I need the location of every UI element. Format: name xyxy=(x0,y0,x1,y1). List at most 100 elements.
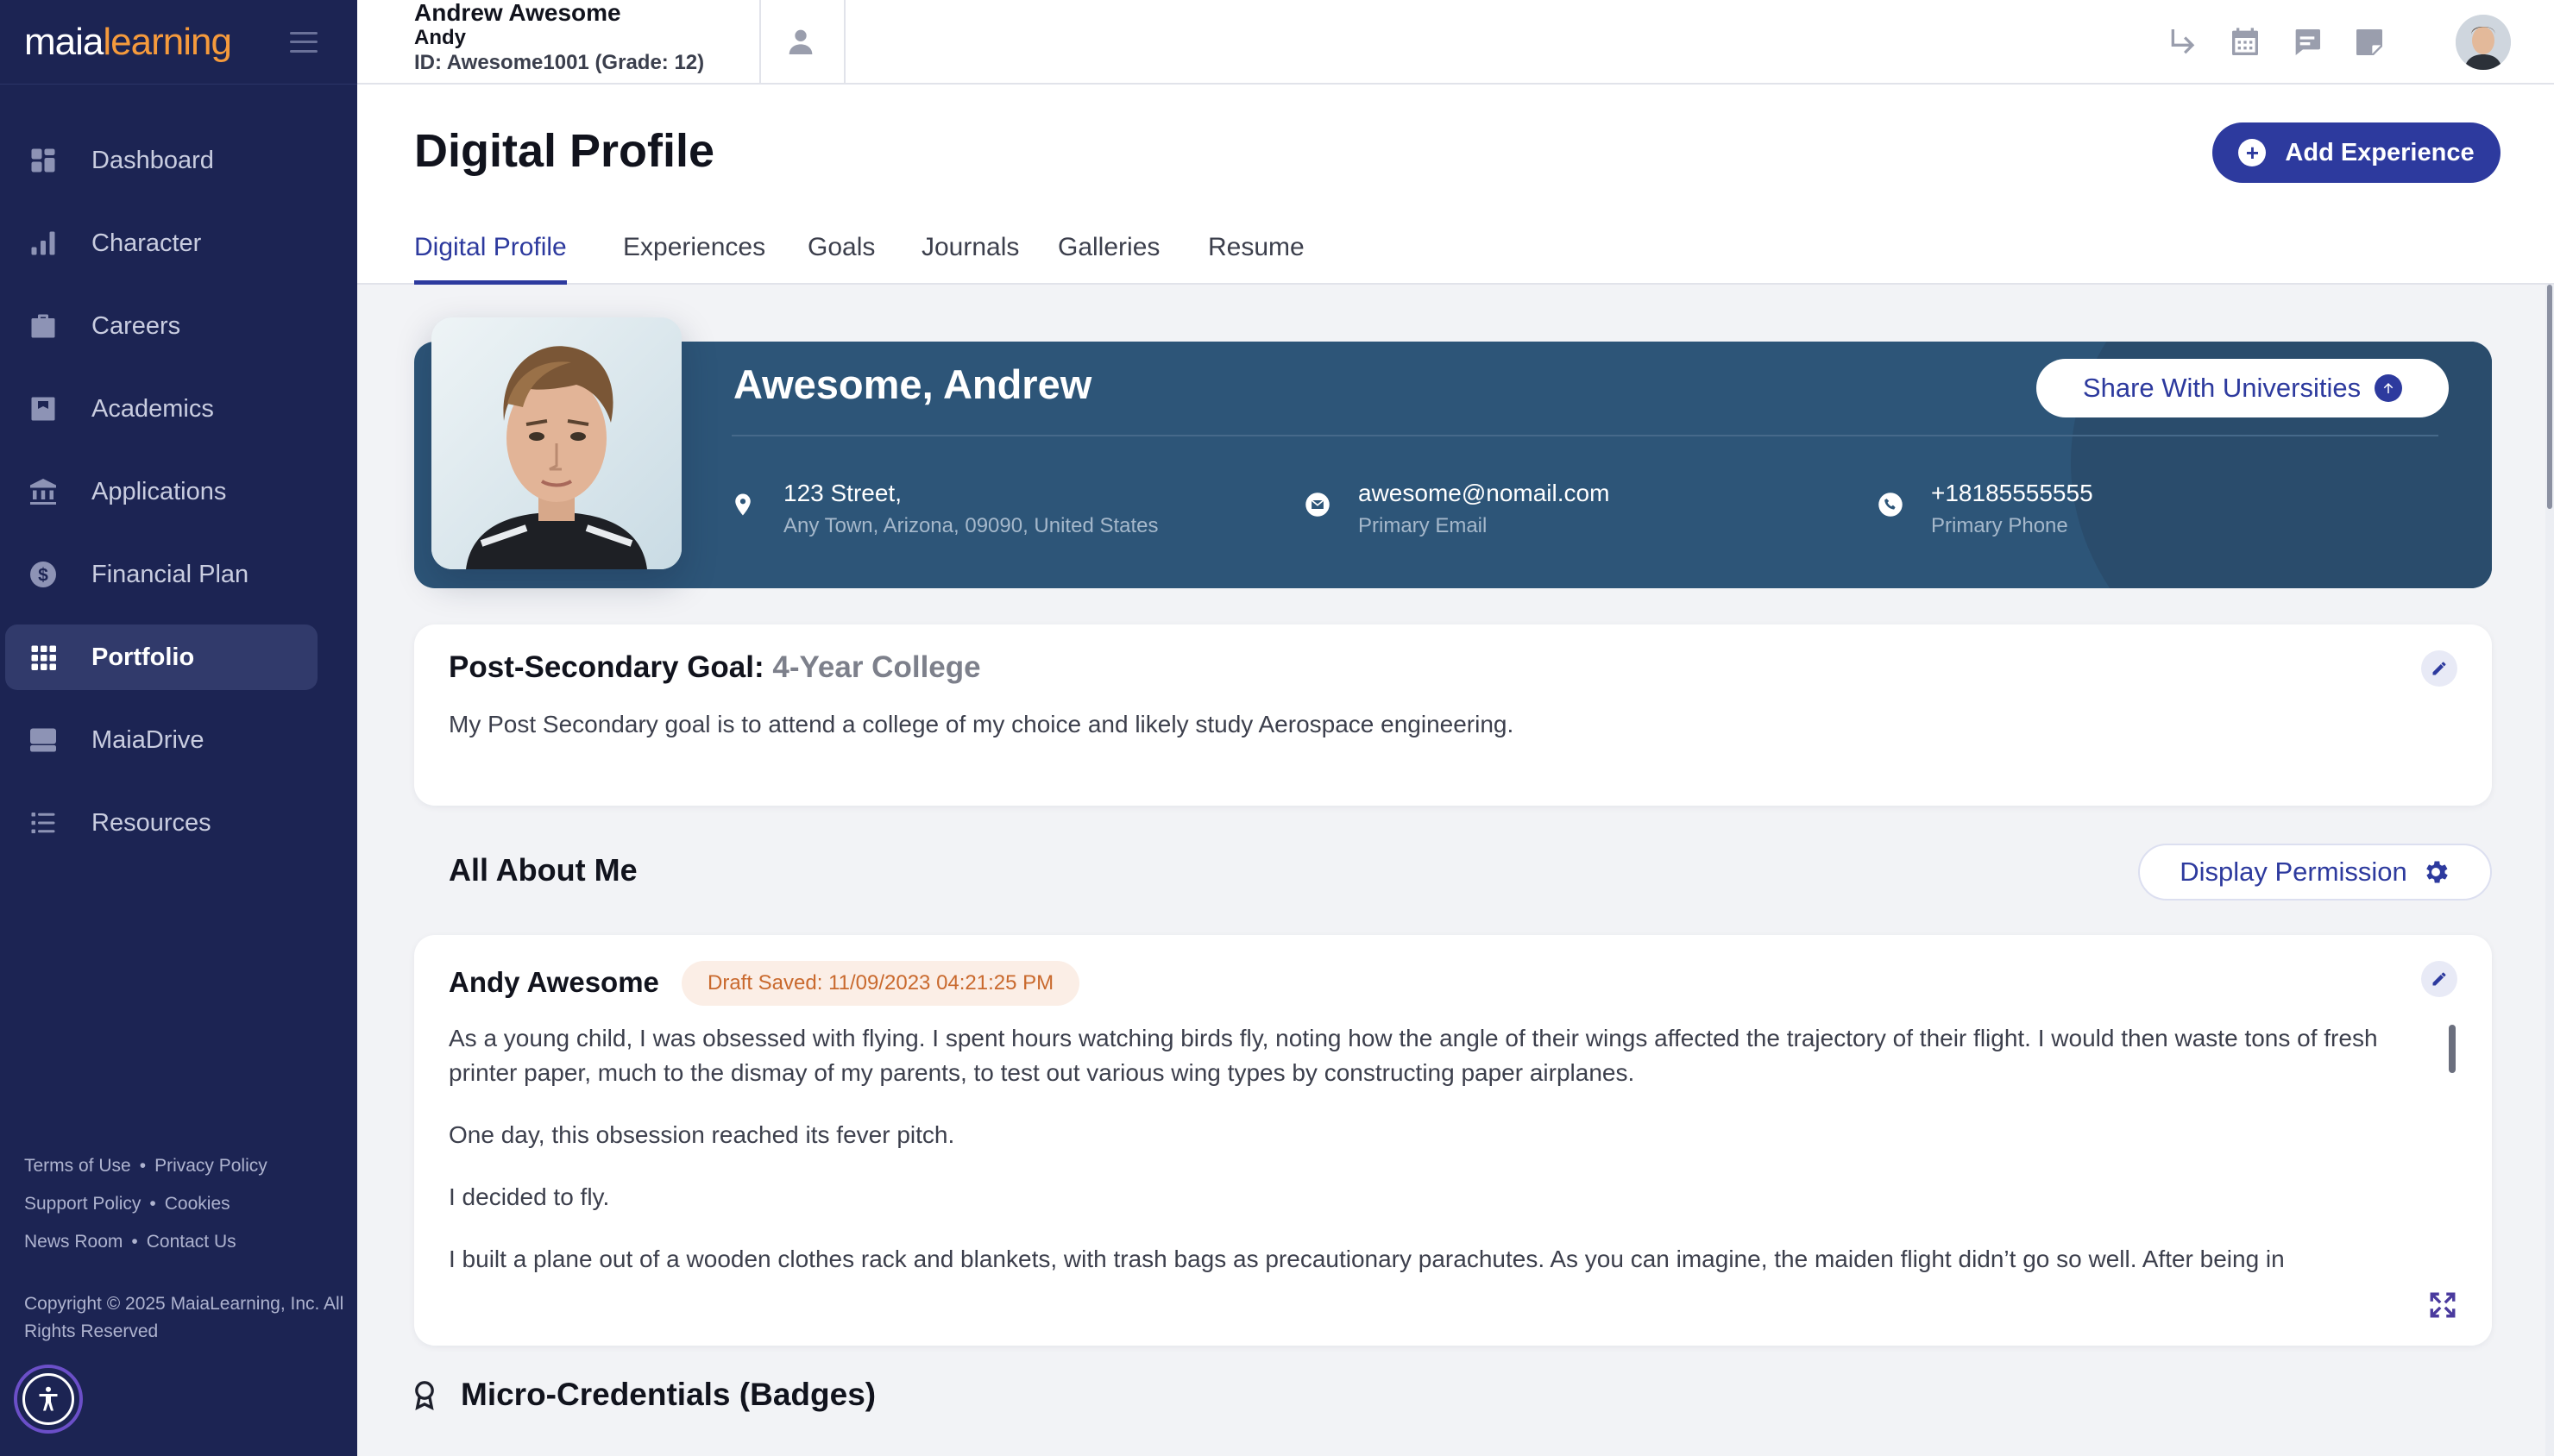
sidebar-item-character[interactable]: Character xyxy=(5,210,318,276)
student-id: ID: Awesome1001 (Grade: 12) xyxy=(414,51,705,74)
add-experience-button[interactable]: + Add Experience xyxy=(2212,122,2501,183)
email-address[interactable]: awesome@nomail.com xyxy=(1358,480,1609,507)
phone-icon xyxy=(1878,492,1903,518)
tab-goals[interactable]: Goals xyxy=(808,217,875,285)
tab-experiences[interactable]: Experiences xyxy=(623,217,765,285)
share-with-universities-button[interactable]: Share With Universities xyxy=(2036,359,2449,417)
support-policy-link[interactable]: Support Policy xyxy=(24,1194,141,1214)
profile-banner: Awesome, Andrew Share With Universities … xyxy=(414,342,2492,588)
chat-icon[interactable] xyxy=(2290,25,2324,60)
page-title: Digital Profile xyxy=(414,125,715,177)
accessibility-button[interactable] xyxy=(14,1365,83,1434)
email-block: awesome@nomail.com Primary Email xyxy=(1305,480,1609,538)
page-header: Digital Profile + Add Experience Digital… xyxy=(357,85,2554,285)
logo-text-maia: maia xyxy=(24,20,104,63)
tab-digital-profile[interactable]: Digital Profile xyxy=(414,217,567,285)
calendar-icon[interactable] xyxy=(2228,25,2262,60)
address-block: 123 Street, Any Town, Arizona, 09090, Un… xyxy=(730,480,1159,538)
main-content: Digital Profile + Add Experience Digital… xyxy=(357,85,2554,1456)
drive-icon xyxy=(26,723,60,757)
phone-label: Primary Phone xyxy=(1931,514,2068,537)
maialearning-logo[interactable]: maialearning xyxy=(24,20,232,64)
dollar-icon: $ xyxy=(26,557,60,592)
terms-link[interactable]: Terms of Use xyxy=(24,1156,131,1176)
contact-us-link[interactable]: Contact Us xyxy=(147,1232,236,1252)
tab-resume[interactable]: Resume xyxy=(1208,217,1305,285)
sidebar-item-dashboard[interactable]: Dashboard xyxy=(5,128,318,193)
about-me-text: As a young child, I was obsessed with fl… xyxy=(449,1021,2450,1292)
news-room-link[interactable]: News Room xyxy=(24,1232,123,1252)
sidebar-item-label: Academics xyxy=(91,394,214,423)
banner-divider xyxy=(732,435,2438,436)
copyright-text: Copyright © 2025 MaiaLearning, Inc. All … xyxy=(24,1294,344,1341)
add-experience-label: Add Experience xyxy=(2285,138,2475,166)
arrow-up-icon xyxy=(2375,374,2403,402)
goal-value: 4-Year College xyxy=(772,650,981,684)
sidebar-item-academics[interactable]: Academics xyxy=(5,376,318,442)
edit-about-me-button[interactable] xyxy=(2421,961,2457,997)
logo-text-learning: learning xyxy=(103,20,232,63)
top-bar: Andrew Awesome Andy ID: Awesome1001 (Gra… xyxy=(357,0,2554,85)
goal-heading: Post-Secondary Goal: 4-Year College xyxy=(449,650,981,685)
student-name: Andrew Awesome xyxy=(414,0,621,26)
sidebar-item-label: MaiaDrive xyxy=(91,725,204,754)
draft-saved-badge: Draft Saved: 11/09/2023 04:21:25 PM xyxy=(682,961,1080,1006)
sidebar-nav: Dashboard Character Careers Academics Ap… xyxy=(0,128,357,873)
sidebar-item-careers[interactable]: Careers xyxy=(5,293,318,359)
hamburger-menu-icon[interactable] xyxy=(290,31,318,53)
institution-icon xyxy=(26,474,60,509)
address-line1: 123 Street, xyxy=(783,480,902,506)
redirect-arrow-icon[interactable] xyxy=(2166,25,2200,60)
essay-author: Andy Awesome xyxy=(449,966,659,998)
about-me-scrollbar[interactable] xyxy=(2449,1025,2456,1073)
edit-goal-button[interactable] xyxy=(2421,650,2457,687)
address-line2: Any Town, Arizona, 09090, United States xyxy=(783,514,1159,537)
cookies-link[interactable]: Cookies xyxy=(165,1194,230,1214)
sidebar-item-resources[interactable]: Resources xyxy=(5,790,318,856)
tab-galleries[interactable]: Galleries xyxy=(1058,217,1160,285)
plus-icon: + xyxy=(2238,139,2267,166)
about-paragraph: One day, this obsession reached its feve… xyxy=(449,1121,955,1148)
display-permission-button[interactable]: Display Permission xyxy=(2138,844,2492,901)
student-nickname: Andy xyxy=(414,26,466,49)
share-button-label: Share With Universities xyxy=(2082,373,2362,403)
micro-credentials-title: Micro-Credentials (Badges) xyxy=(461,1377,877,1412)
divider xyxy=(759,0,761,85)
privacy-link[interactable]: Privacy Policy xyxy=(154,1156,267,1176)
all-about-me-card: Andy Awesome Draft Saved: 11/09/2023 04:… xyxy=(414,935,2492,1346)
sidebar-item-financial-plan[interactable]: $ Financial Plan xyxy=(5,542,318,607)
expand-icon[interactable] xyxy=(2428,1290,2457,1320)
goal-description: My Post Secondary goal is to attend a co… xyxy=(449,711,1514,737)
sidebar-item-label: Resources xyxy=(91,808,211,837)
grid-icon xyxy=(26,640,60,675)
academic-book-icon xyxy=(26,392,60,426)
micro-credentials-heading: Micro-Credentials (Badges) xyxy=(407,1377,876,1413)
tab-journals[interactable]: Journals xyxy=(922,217,1019,285)
all-about-me-heading: All About Me xyxy=(449,852,638,888)
sidebar-item-portfolio[interactable]: Portfolio xyxy=(5,624,318,690)
pencil-icon xyxy=(2432,662,2446,675)
profile-photo xyxy=(431,317,682,569)
email-icon xyxy=(1305,492,1330,518)
about-paragraph: I built a plane out of a wooden clothes … xyxy=(449,1246,2285,1272)
phone-block: +18185555555 Primary Phone xyxy=(1878,480,2093,538)
sidebar-item-label: Careers xyxy=(91,311,181,340)
gear-icon xyxy=(2421,857,2450,887)
sidebar-item-maiadrive[interactable]: MaiaDrive xyxy=(5,707,318,773)
list-icon xyxy=(26,806,60,840)
person-icon[interactable] xyxy=(783,24,818,59)
email-label: Primary Email xyxy=(1358,514,1488,537)
sidebar-item-applications[interactable]: Applications xyxy=(5,459,318,524)
sidebar-item-label: Financial Plan xyxy=(91,560,249,588)
phone-number[interactable]: +18185555555 xyxy=(1931,480,2093,507)
briefcase-icon xyxy=(26,309,60,343)
location-pin-icon xyxy=(730,492,756,518)
page-scrollbar-thumb[interactable] xyxy=(2547,285,2552,509)
sidebar-header: maialearning xyxy=(0,0,357,85)
bar-chart-icon xyxy=(26,226,60,260)
sidebar-item-label: Portfolio xyxy=(91,643,195,671)
sticky-note-icon[interactable] xyxy=(2352,25,2387,60)
student-info: Andrew Awesome Andy ID: Awesome1001 (Gra… xyxy=(414,0,704,75)
about-paragraph: As a young child, I was obsessed with fl… xyxy=(449,1025,2378,1086)
user-avatar[interactable] xyxy=(2456,15,2511,70)
